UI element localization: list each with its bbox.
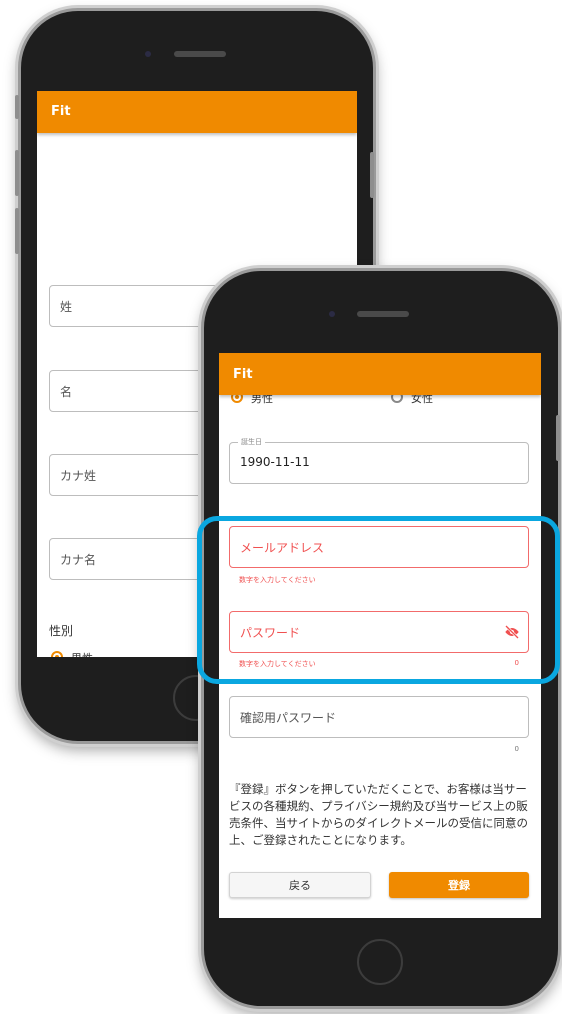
earpiece-speaker xyxy=(357,311,409,317)
error-fields-highlight xyxy=(197,516,560,684)
app-title: Fit xyxy=(233,367,253,382)
volume-up-button xyxy=(15,150,19,196)
kana-first-name-placeholder: カナ名 xyxy=(60,553,97,567)
kana-last-name-placeholder: カナ姓 xyxy=(60,469,97,483)
app-bar: Fit xyxy=(37,91,357,133)
home-button[interactable] xyxy=(357,939,403,985)
app-title: Fit xyxy=(51,104,71,119)
gender-male-label: 男性 xyxy=(71,650,93,657)
confirm-password-placeholder: 確認用パスワード xyxy=(240,711,337,725)
app-bar: Fit xyxy=(219,353,541,395)
front-camera xyxy=(145,51,151,57)
register-button[interactable]: 登録 xyxy=(389,872,529,898)
last-name-placeholder: 姓 xyxy=(60,300,73,314)
birthday-field[interactable]: 誕生日 1990-11-11 xyxy=(229,437,529,484)
confirm-password-field[interactable]: 確認用パスワード xyxy=(229,696,529,738)
volume-down-button xyxy=(15,208,19,254)
first-name-placeholder: 名 xyxy=(60,385,73,399)
front-camera xyxy=(329,311,335,317)
power-button xyxy=(556,415,560,461)
register-button-label: 登録 xyxy=(448,879,470,892)
back-button-label: 戻る xyxy=(289,879,311,892)
gender-male-radio[interactable] xyxy=(51,651,63,657)
power-button xyxy=(370,152,374,198)
birthday-value: 1990-11-11 xyxy=(240,455,310,469)
volume-button xyxy=(15,95,19,119)
birthday-label: 誕生日 xyxy=(238,437,265,447)
earpiece-speaker xyxy=(174,51,226,57)
gender-label: 性別 xyxy=(49,624,74,638)
terms-notice: 『登録』ボタンを押していただくことで、お客様は当サービスの各種規約、プライバシー… xyxy=(229,782,528,847)
back-button[interactable]: 戻る xyxy=(229,872,371,898)
confirm-password-char-counter: 0 xyxy=(514,745,519,753)
